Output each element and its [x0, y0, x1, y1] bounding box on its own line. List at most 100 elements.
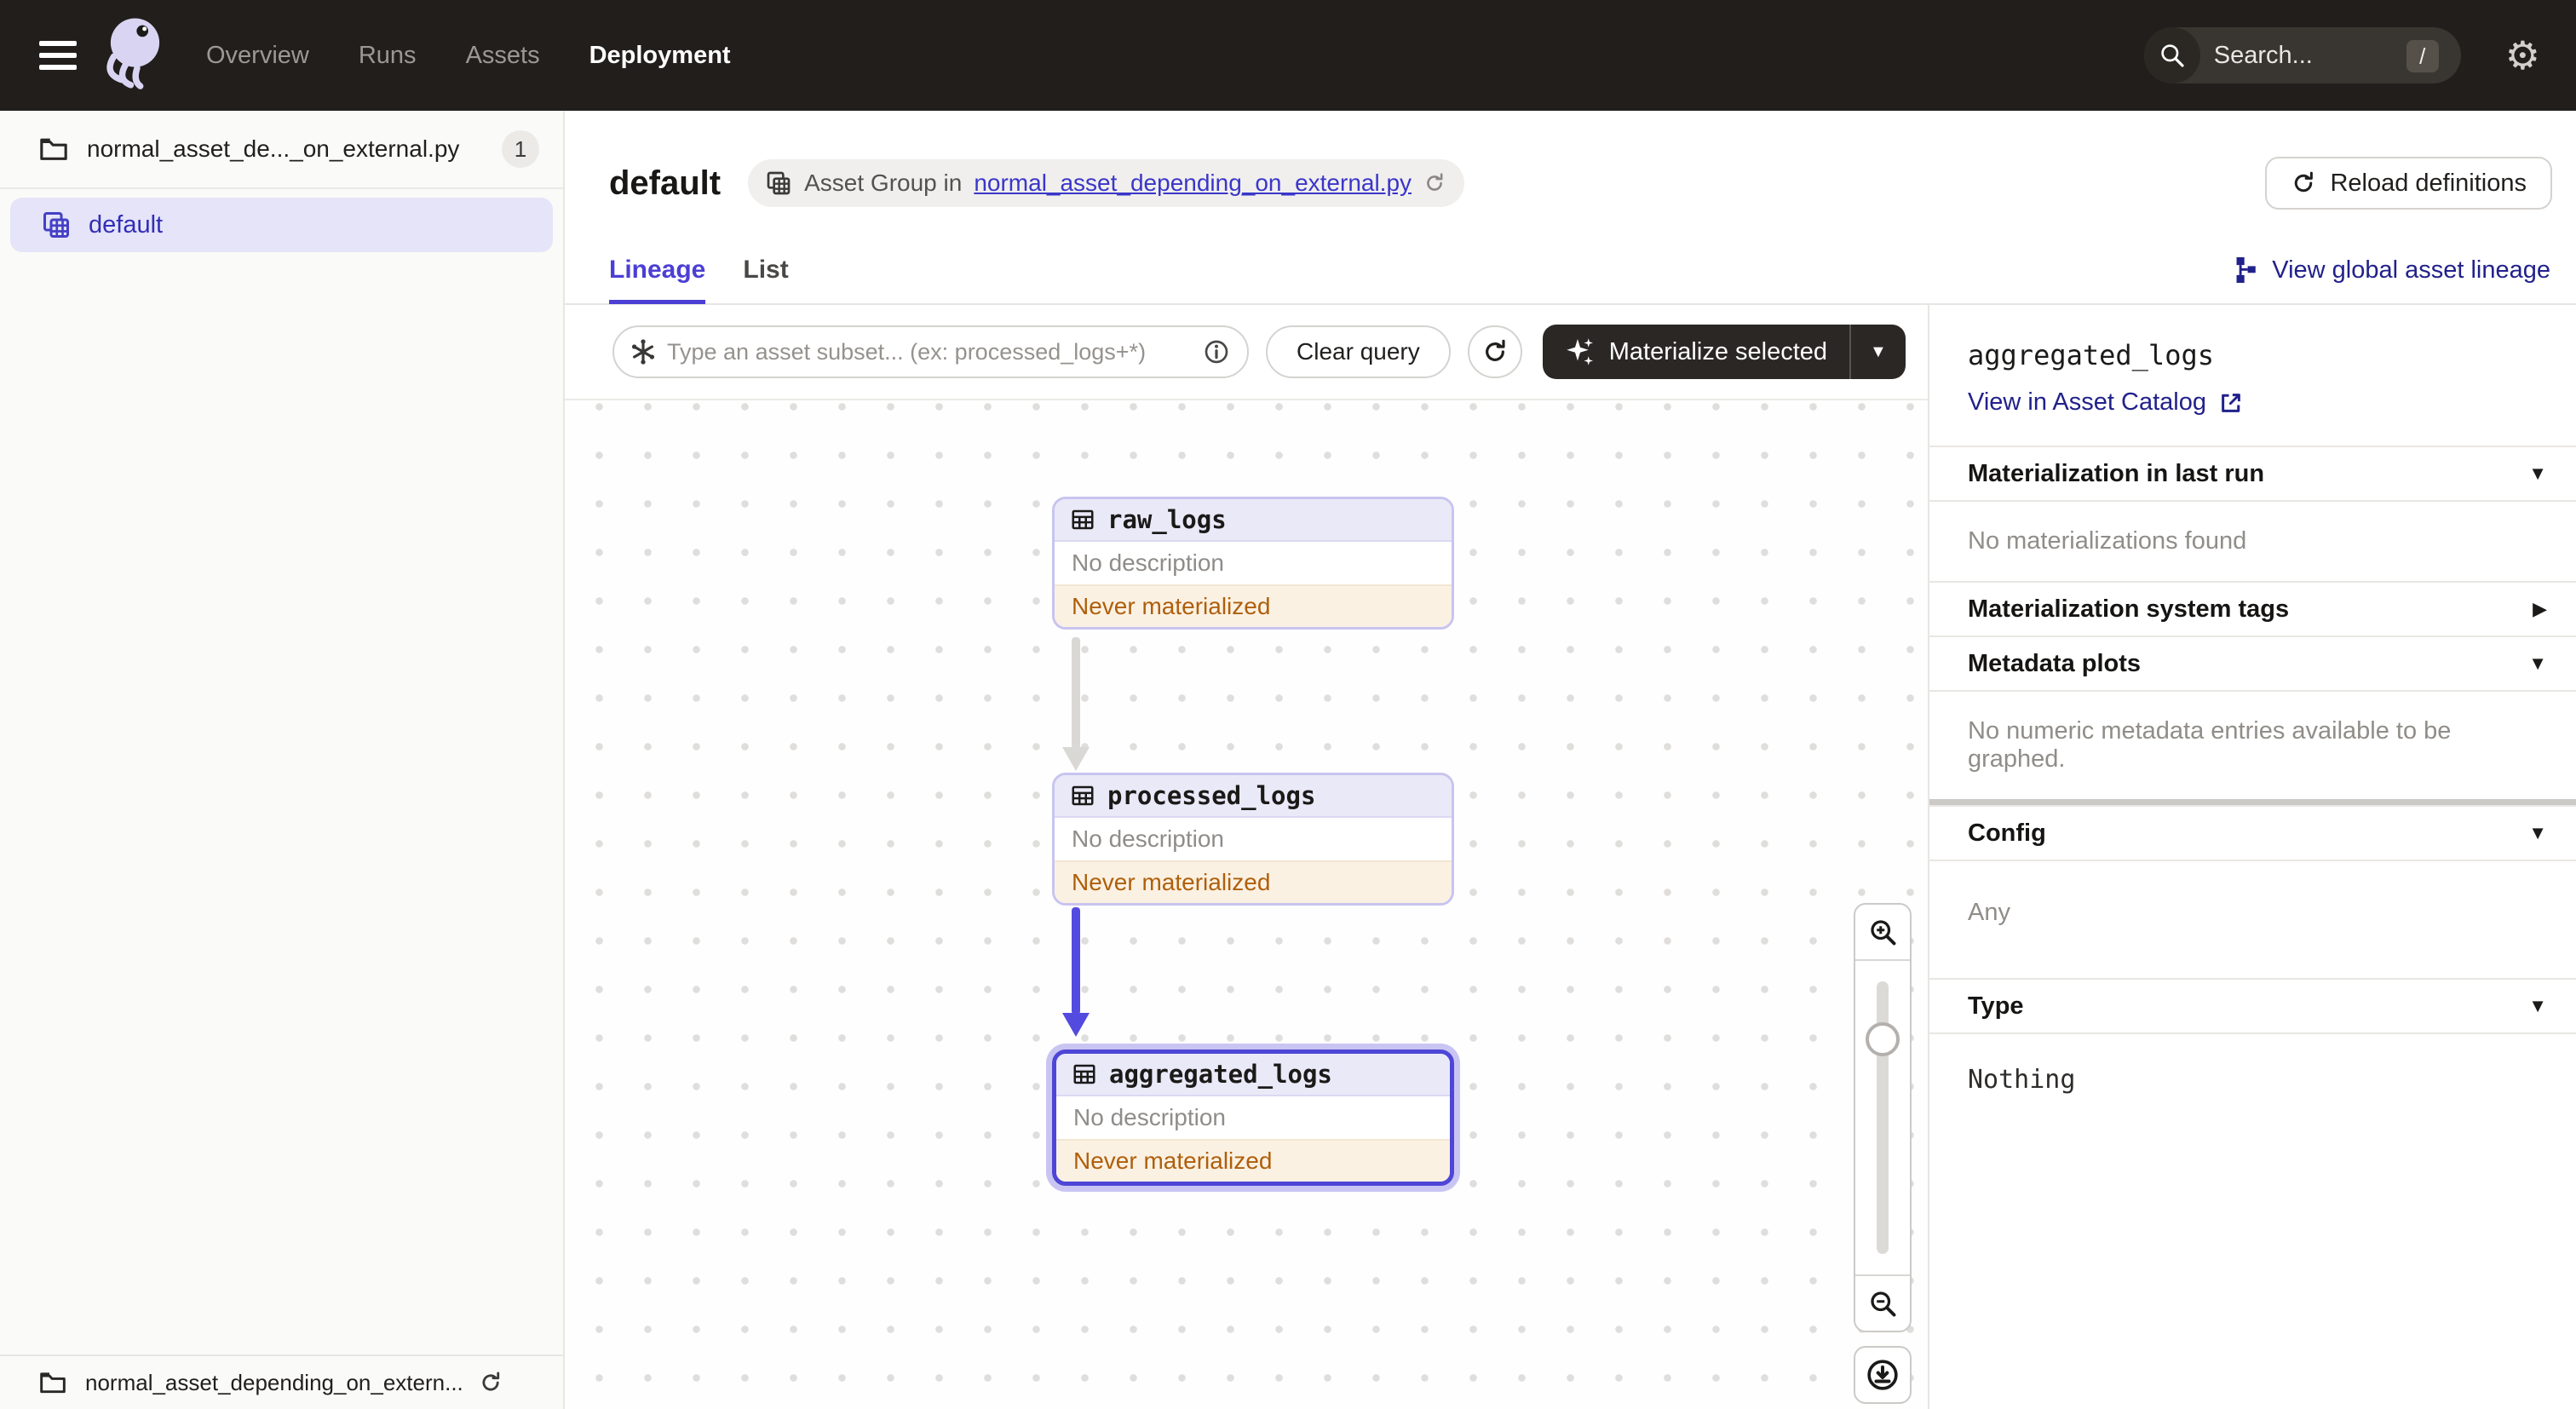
section-metadata-plots[interactable]: Metadata plots ▼: [1929, 635, 2576, 690]
clear-query-button[interactable]: Clear query: [1266, 325, 1451, 378]
asset-group-icon: [43, 212, 69, 238]
search-placeholder: Search...: [2213, 41, 2313, 69]
lineage-graph-icon: [2236, 256, 2257, 284]
asset-status: Never materialized: [1056, 1139, 1450, 1182]
view-global-asset-lineage-link[interactable]: View global asset lineage: [2233, 256, 2550, 285]
graph-toolbar: Clear query: [565, 305, 1928, 400]
nav-link-runs[interactable]: Runs: [359, 42, 417, 70]
page-header: default Asset Group in normal_asset_depe…: [565, 111, 2576, 256]
sidebar-item-default[interactable]: default: [10, 198, 553, 252]
asset-name: processed_logs: [1107, 781, 1316, 810]
section-config[interactable]: Config ▼: [1929, 805, 2576, 860]
asset-status: Never materialized: [1055, 860, 1452, 903]
zoom-in-button[interactable]: [1855, 905, 1910, 961]
chevron-down-icon: ▼: [2528, 822, 2547, 843]
lineage-canvas[interactable]: raw_logs No description Never materializ…: [565, 400, 1928, 1409]
view-global-asset-lineage-label: View global asset lineage: [2272, 256, 2550, 284]
search-icon: [2143, 27, 2200, 83]
search-input[interactable]: Search... /: [2143, 27, 2461, 83]
sparkle-icon: [1566, 338, 1593, 365]
zoom-out-button[interactable]: [1855, 1274, 1910, 1331]
zoom-slider[interactable]: [1855, 961, 1910, 1274]
chevron-right-icon: ▶: [2533, 598, 2547, 619]
metadata-plots-empty-text: No numeric metadata entries available to…: [1929, 690, 2576, 799]
materialize-split-button: Materialize selected ▼: [1542, 325, 1906, 379]
hamburger-menu-icon[interactable]: [39, 41, 77, 70]
asset-subset-input[interactable]: [667, 338, 1193, 365]
chevron-down-icon: ▼: [2528, 463, 2547, 484]
gear-icon[interactable]: ⚙: [2505, 36, 2540, 75]
sidebar-footer-row[interactable]: normal_asset_depending_on_extern...: [0, 1354, 563, 1409]
folder-icon: [40, 1372, 66, 1394]
asset-status: Never materialized: [1055, 584, 1452, 627]
asset-description: No description: [1072, 825, 1224, 852]
reload-icon[interactable]: [1423, 172, 1446, 194]
asset-description: No description: [1072, 549, 1224, 576]
reload-definitions-button[interactable]: Reload definitions: [2265, 157, 2552, 210]
selected-asset-name: aggregated_logs: [1968, 339, 2214, 371]
folder-icon: [40, 138, 67, 160]
breadcrumb: Asset Group in normal_asset_depending_on…: [748, 159, 1465, 207]
asset-description: No description: [1073, 1104, 1226, 1130]
materialization-empty-text: No materializations found: [1929, 500, 2576, 581]
nav-link-deployment[interactable]: Deployment: [589, 42, 731, 70]
materialize-dropdown-button[interactable]: ▼: [1851, 342, 1906, 362]
nav-link-assets[interactable]: Assets: [466, 42, 540, 70]
sidebar-item-label: default: [89, 210, 164, 239]
panel-splitter-handle[interactable]: [1929, 799, 2576, 805]
sidebar-module-label: normal_asset_de..._on_external.py: [87, 135, 460, 162]
section-label: Materialization system tags: [1968, 595, 2290, 623]
tabs-row: Lineage List View global asset lineage: [565, 256, 2576, 305]
tab-list[interactable]: List: [743, 256, 788, 300]
zoom-out-icon: [1871, 1291, 1896, 1317]
zoom-in-icon: [1871, 920, 1896, 946]
zoom-controls: [1854, 903, 1912, 1404]
nav-link-overview[interactable]: Overview: [206, 42, 309, 70]
section-label: Type: [1968, 992, 2024, 1020]
section-materialization-last-run[interactable]: Materialization in last run ▼: [1929, 446, 2576, 500]
view-in-asset-catalog-label: View in Asset Catalog: [1968, 388, 2206, 416]
edge-processed-to-aggregated: [1062, 907, 1090, 1037]
info-icon[interactable]: [1203, 338, 1230, 365]
materialize-selected-label: Materialize selected: [1608, 337, 1828, 365]
search-shortcut-key: /: [2406, 40, 2439, 72]
asset-node-aggregated-logs[interactable]: aggregated_logs No description Never mat…: [1052, 1050, 1454, 1186]
tab-lineage[interactable]: Lineage: [609, 256, 706, 304]
table-icon: [1073, 1064, 1095, 1084]
materialize-selected-button[interactable]: Materialize selected: [1543, 336, 1849, 367]
table-icon: [1072, 509, 1094, 530]
sidebar-footer-label: normal_asset_depending_on_extern...: [85, 1369, 463, 1395]
top-nav: Overview Runs Assets Deployment Search..…: [0, 0, 2576, 111]
asset-subset-input-wrap[interactable]: [612, 325, 1249, 378]
left-sidebar: normal_asset_de..._on_external.py 1 defa…: [0, 111, 565, 1409]
chevron-down-icon: ▼: [2528, 995, 2547, 1016]
asset-node-raw-logs[interactable]: raw_logs No description Never materializ…: [1052, 497, 1454, 630]
external-link-icon: [2222, 393, 2240, 412]
op-selector-icon: [631, 339, 655, 365]
nav-links: Overview Runs Assets Deployment: [206, 42, 731, 70]
asset-name: aggregated_logs: [1109, 1060, 1332, 1089]
reload-icon[interactable]: [479, 1371, 503, 1395]
asset-name: raw_logs: [1107, 505, 1227, 534]
download-graph-button[interactable]: [1854, 1346, 1912, 1404]
asset-group-icon: [767, 171, 791, 195]
reload-definitions-label: Reload definitions: [2330, 169, 2527, 197]
view-in-asset-catalog-link[interactable]: View in Asset Catalog: [1968, 388, 2538, 417]
download-icon: [1867, 1360, 1898, 1390]
reload-icon: [2295, 171, 2314, 193]
section-label: Metadata plots: [1968, 649, 2142, 677]
zoom-slider-knob[interactable]: [1866, 1022, 1900, 1056]
sidebar-module-row[interactable]: normal_asset_de..._on_external.py 1: [0, 111, 563, 189]
asset-node-processed-logs[interactable]: processed_logs No description Never mate…: [1052, 773, 1454, 906]
dagster-logo-icon[interactable]: [99, 16, 167, 95]
section-label: Config: [1968, 819, 2046, 847]
type-value: Nothing: [1929, 1032, 2576, 1125]
section-label: Materialization in last run: [1968, 459, 2265, 487]
page-title: default: [609, 164, 722, 202]
config-value: Any: [1929, 860, 2576, 978]
breadcrumb-link[interactable]: normal_asset_depending_on_external.py: [974, 170, 1412, 197]
section-type[interactable]: Type ▼: [1929, 978, 2576, 1032]
asset-detail-panel: aggregated_logs View in Asset Catalog Ma…: [1928, 305, 2576, 1409]
section-materialization-system-tags[interactable]: Materialization system tags ▶: [1929, 581, 2576, 635]
refresh-graph-button[interactable]: [1467, 325, 1522, 378]
